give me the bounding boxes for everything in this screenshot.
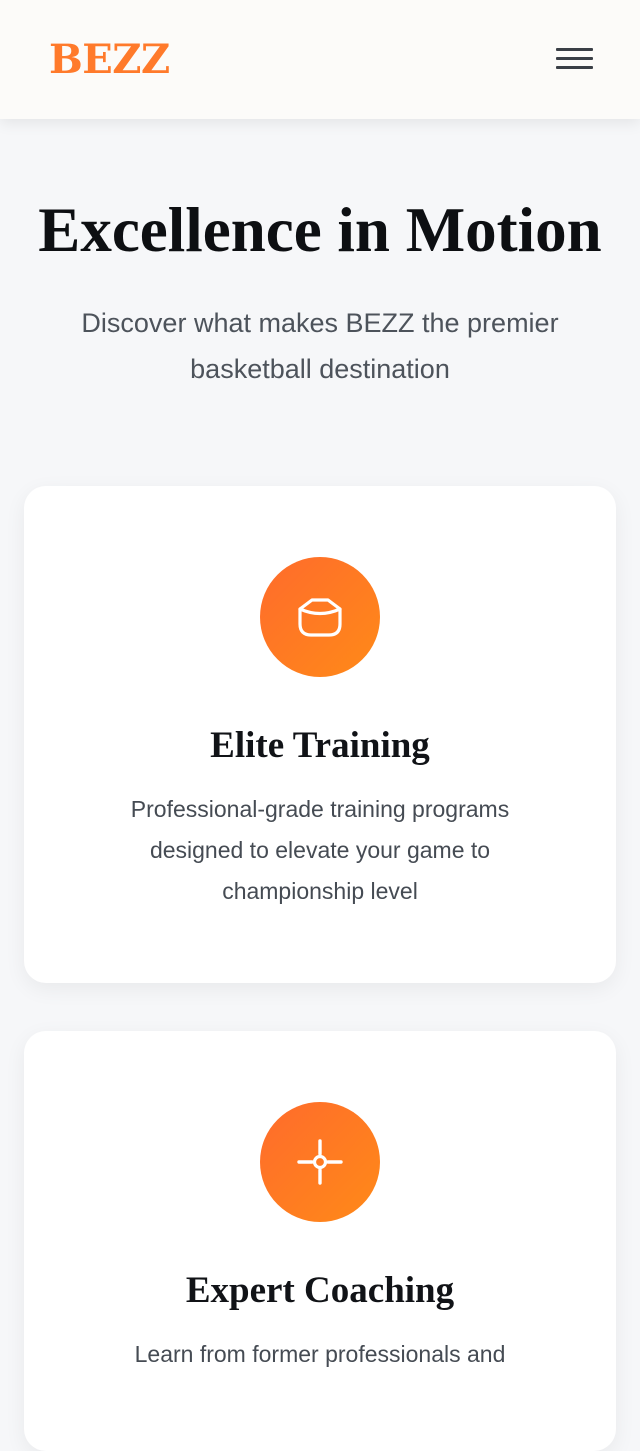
feature-card-elite-training: Elite Training Professional-grade traini… (24, 486, 616, 983)
feature-title: Elite Training (210, 725, 430, 766)
feature-description: Learn from former professionals and (134, 1341, 506, 1367)
feature-card-expert-coaching: Expert Coaching Learn from former profes… (24, 1031, 616, 1451)
feature-description: Professional-grade training programs des… (130, 796, 510, 904)
menu-line (556, 66, 593, 69)
feature-icon-circle (260, 1102, 380, 1222)
basket-icon (298, 598, 342, 637)
hero-title: Excellence in Motion (38, 195, 602, 265)
menu-line (556, 48, 593, 51)
site-header: BEZZ (0, 0, 640, 119)
hamburger-menu-icon[interactable] (550, 44, 598, 76)
feature-icon-circle (260, 557, 380, 677)
menu-line (556, 57, 593, 60)
hero-subtitle: Discover what makes BEZZ the premier bas… (81, 308, 559, 384)
logo[interactable]: BEZZ (49, 36, 170, 84)
crosshair-icon (297, 1139, 343, 1185)
feature-title: Expert Coaching (185, 1270, 455, 1311)
